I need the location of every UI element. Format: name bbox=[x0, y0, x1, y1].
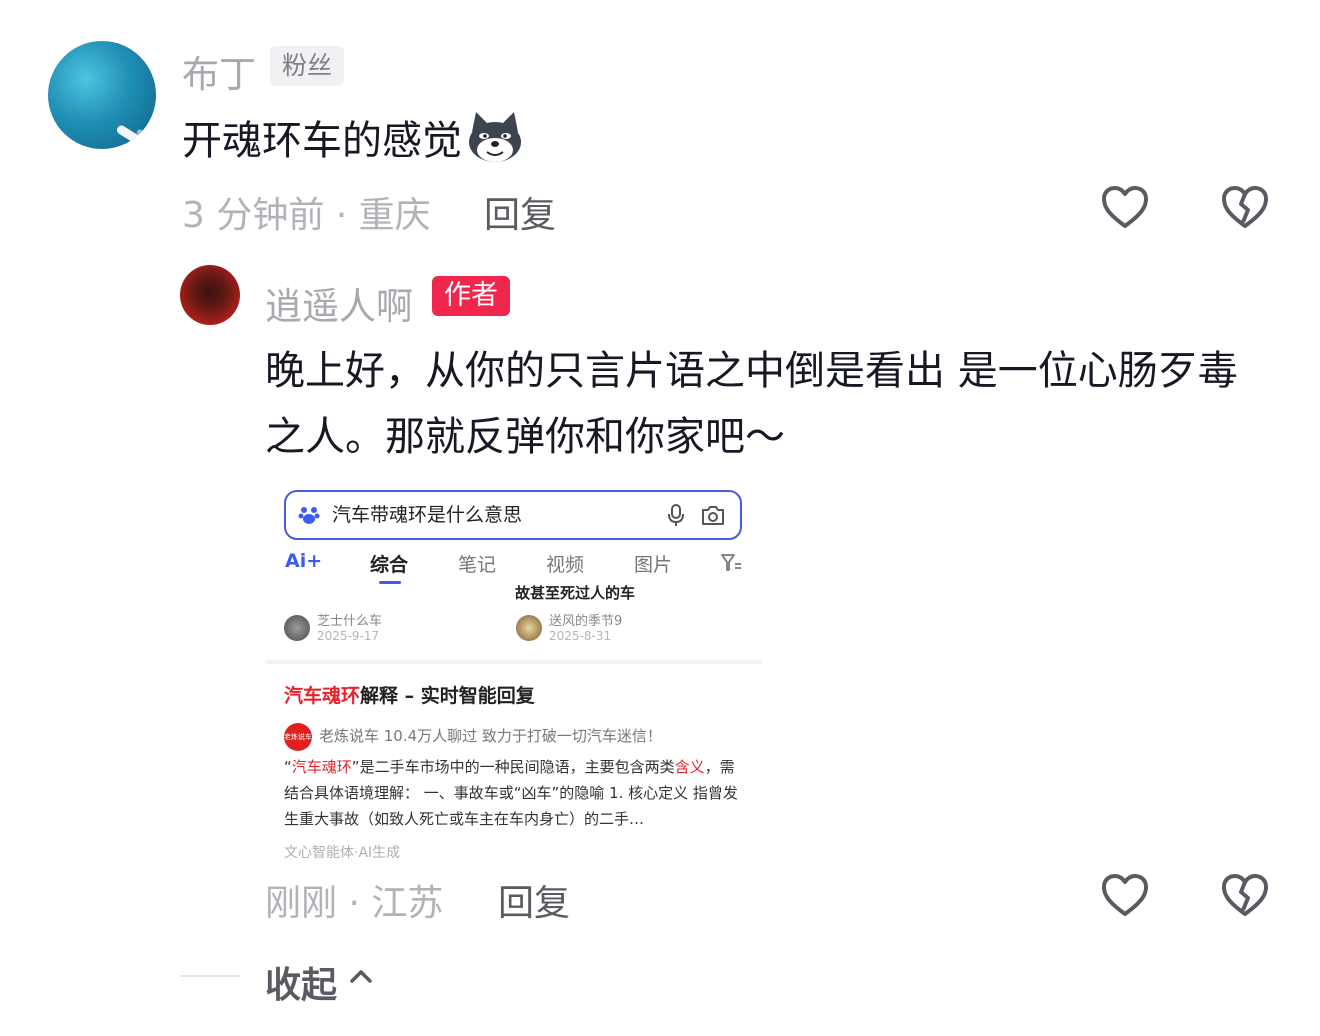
wolf-grin-emoji-icon bbox=[469, 112, 521, 162]
divider bbox=[265, 660, 762, 664]
reply-text: 晚上好，从你的只言片语之中倒是看出 是一位心肠歹毒之人。那就反弹你和你家吧～ bbox=[265, 348, 1238, 460]
filter-icon bbox=[721, 554, 741, 571]
comment-username[interactable]: 布丁 bbox=[182, 44, 256, 98]
comment-text-body: 开魂环车的感觉 bbox=[182, 118, 462, 164]
result-title-rest: 解释 – 实时智能回复 bbox=[360, 685, 535, 707]
ai-source-label: 文心智能体·AI生成 bbox=[284, 845, 401, 861]
broken-heart-icon[interactable] bbox=[1220, 872, 1270, 918]
result-body-highlight: 汽车魂环 bbox=[291, 758, 352, 776]
tab-images: 图片 bbox=[634, 554, 673, 576]
tab-notes: 笔记 bbox=[458, 554, 497, 576]
comment-meta: 3 分钟前 · 重庆 bbox=[182, 195, 431, 236]
card-author-avatar bbox=[516, 615, 542, 641]
reply-button[interactable]: 回复 bbox=[484, 186, 556, 238]
result-title-highlight: 汽车魂环 bbox=[284, 685, 361, 707]
author-avatar[interactable] bbox=[180, 265, 240, 325]
card-author: 送风的季节9 bbox=[549, 614, 623, 629]
embedded-screenshot[interactable]: 汽车带魂环是什么意思 Ai+ 综合 笔记 视频 图片 故甚至死过人的车 芝士什么… bbox=[265, 484, 762, 884]
card-date: 2025-9-17 bbox=[317, 629, 380, 643]
heart-outline-icon[interactable] bbox=[1100, 184, 1150, 230]
tab-comprehensive: 综合 bbox=[370, 554, 409, 576]
search-box: 汽车带魂环是什么意思 bbox=[284, 490, 742, 540]
camera-search-icon bbox=[702, 506, 724, 525]
search-query: 汽车带魂环是什么意思 bbox=[332, 504, 523, 526]
result-title: 汽车魂环解释 – 实时智能回复 bbox=[284, 681, 535, 708]
result-body-highlight: 含义 bbox=[674, 758, 705, 776]
heart-outline-icon[interactable] bbox=[1100, 872, 1150, 918]
active-tab-underline bbox=[379, 581, 401, 584]
microphone-icon bbox=[668, 504, 684, 526]
reply-button[interactable]: 回复 bbox=[498, 874, 570, 926]
source-line: 老炼说车 10.4万人聊过 致力于打破一切汽车迷信！ bbox=[319, 727, 662, 745]
fan-badge: 粉丝 bbox=[270, 46, 345, 86]
collapse-divider bbox=[180, 975, 240, 977]
paw-logo-icon bbox=[298, 507, 320, 524]
broken-heart-icon[interactable] bbox=[1220, 184, 1270, 230]
card-author-avatar bbox=[284, 615, 310, 641]
result-body: “汽车魂环”是二手车市场中的一种民间隐语，主要包含两类含义，需结合具体语境理解：… bbox=[284, 754, 746, 832]
collapse-replies-button[interactable]: 收起 bbox=[265, 956, 337, 1008]
card-author: 芝士什么车 bbox=[317, 614, 383, 629]
reply-meta: 刚刚 · 江苏 bbox=[265, 883, 444, 924]
card-title-fragment: 故甚至死过人的车 bbox=[515, 584, 636, 602]
tab-videos: 视频 bbox=[546, 554, 585, 576]
author-badge: 作者 bbox=[432, 276, 510, 316]
result-body-part: “ bbox=[284, 758, 292, 776]
tab-ai: Ai+ bbox=[285, 550, 323, 572]
result-body-part: ”是二手车市场中的一种民间隐语，主要包含两类 bbox=[351, 758, 675, 776]
chevron-up-icon[interactable] bbox=[348, 966, 374, 986]
avatar[interactable] bbox=[48, 41, 156, 149]
comment-text: 开魂环车的感觉 bbox=[182, 110, 524, 167]
reply-username[interactable]: 逍遥人啊 bbox=[265, 276, 413, 330]
source-logo: 老炼说车 bbox=[284, 723, 312, 751]
card-date: 2025-8-31 bbox=[549, 629, 612, 643]
